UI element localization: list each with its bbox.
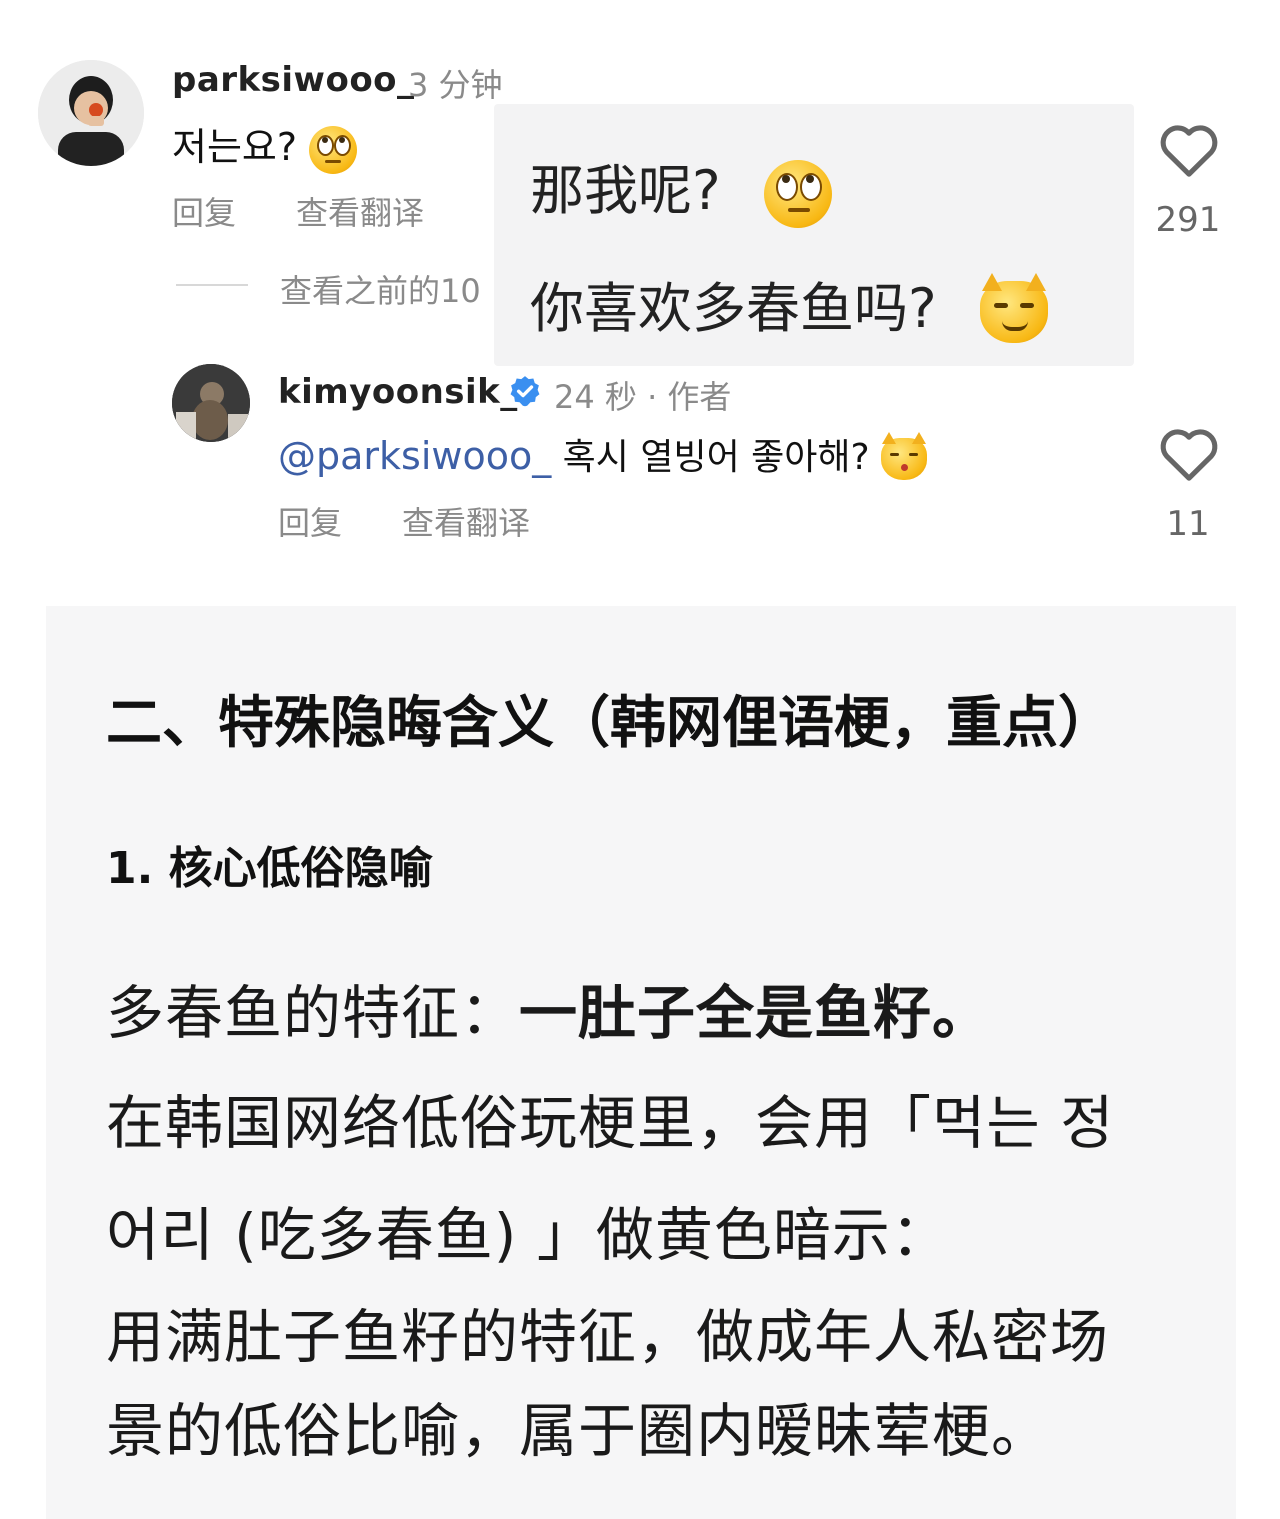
overlay-line-2-text: 你喜欢多春鱼吗? (530, 277, 937, 340)
overlay-line-2: 你喜欢多春鱼吗? (530, 264, 1048, 344)
comment1-like-heart-icon[interactable] (1158, 122, 1220, 178)
eye-roll-emoji-icon (309, 125, 358, 174)
comment2-like-count: 11 (1166, 504, 1210, 544)
verified-badge-icon (510, 376, 540, 407)
card-paragraph-1-prefix: 多春鱼的特征： (106, 979, 520, 1047)
comment2-like-heart-icon[interactable] (1158, 426, 1220, 482)
card-heading: 二、特殊隐晦含义（韩网俚语梗，重点） (106, 691, 1114, 756)
comment2-mention-link[interactable]: @parksiwooo_ (278, 434, 551, 478)
card-paragraph-4: 用满肚子鱼籽的特征，做成年人私密场 (106, 1303, 1110, 1371)
comment2-translate-button[interactable]: 查看翻译 (402, 498, 530, 544)
comment1-translate-button[interactable]: 查看翻译 (296, 188, 424, 234)
translation-overlay-card: 那我呢? 你喜欢多春鱼吗? (494, 104, 1134, 366)
card-paragraph-3: 어리 (吃多春鱼) 」做黄色暗示： (106, 1201, 950, 1269)
overlay-line-1-text: 那我呢? (530, 159, 721, 222)
explanation-card: 二、特殊隐晦含义（韩网俚语梗，重点） 1. 核心低俗隐喻 多春鱼的特征：一肚子全… (46, 606, 1236, 1519)
comment1-reply-button[interactable]: 回复 (172, 188, 236, 234)
comment1-time: 3 分钟 (408, 66, 503, 104)
comment1-like-count: 291 (1155, 200, 1221, 240)
overlay-line-1: 那我呢? (530, 146, 832, 229)
avatar-parksiwooo[interactable] (38, 60, 144, 166)
comment2-text-body: 혹시 열빙어 좋아해? (562, 437, 870, 478)
comment2-text: @parksiwooo_ 혹시 열빙어 좋아해? (278, 428, 928, 480)
comment1-username[interactable]: parksiwooo_ (172, 60, 415, 100)
kissing-cat-emoji-icon (881, 432, 928, 480)
comment2-reply-button[interactable]: 回复 (278, 498, 342, 544)
card-paragraph-5: 景的低俗比喻，属于圈内暧昧荤梗。 (106, 1397, 1051, 1465)
card-paragraph-2: 在韩国网络低俗玩梗里，会用「먹는 정 (106, 1089, 1115, 1157)
card-paragraph-1: 多春鱼的特征：一肚子全是鱼籽。 (106, 966, 991, 1050)
view-previous-replies-link[interactable]: 查看之前的10 (280, 266, 494, 312)
smirking-cat-emoji-icon (979, 273, 1048, 344)
comment2-meta: 24 秒 · 作者 (554, 378, 732, 416)
comment1-text: 저는요? (172, 116, 358, 174)
card-subheading: 1. 核心低俗隐喻 (106, 843, 433, 894)
eye-roll-emoji-icon (763, 160, 832, 229)
comment1-text-body: 저는요? (172, 125, 298, 169)
comment2-username[interactable]: kimyoonsik_ (278, 372, 518, 412)
replies-divider-line (176, 284, 248, 286)
avatar-kimyoonsik[interactable] (172, 364, 250, 442)
card-paragraph-1-bold: 一肚子全是鱼籽。 (519, 979, 992, 1047)
